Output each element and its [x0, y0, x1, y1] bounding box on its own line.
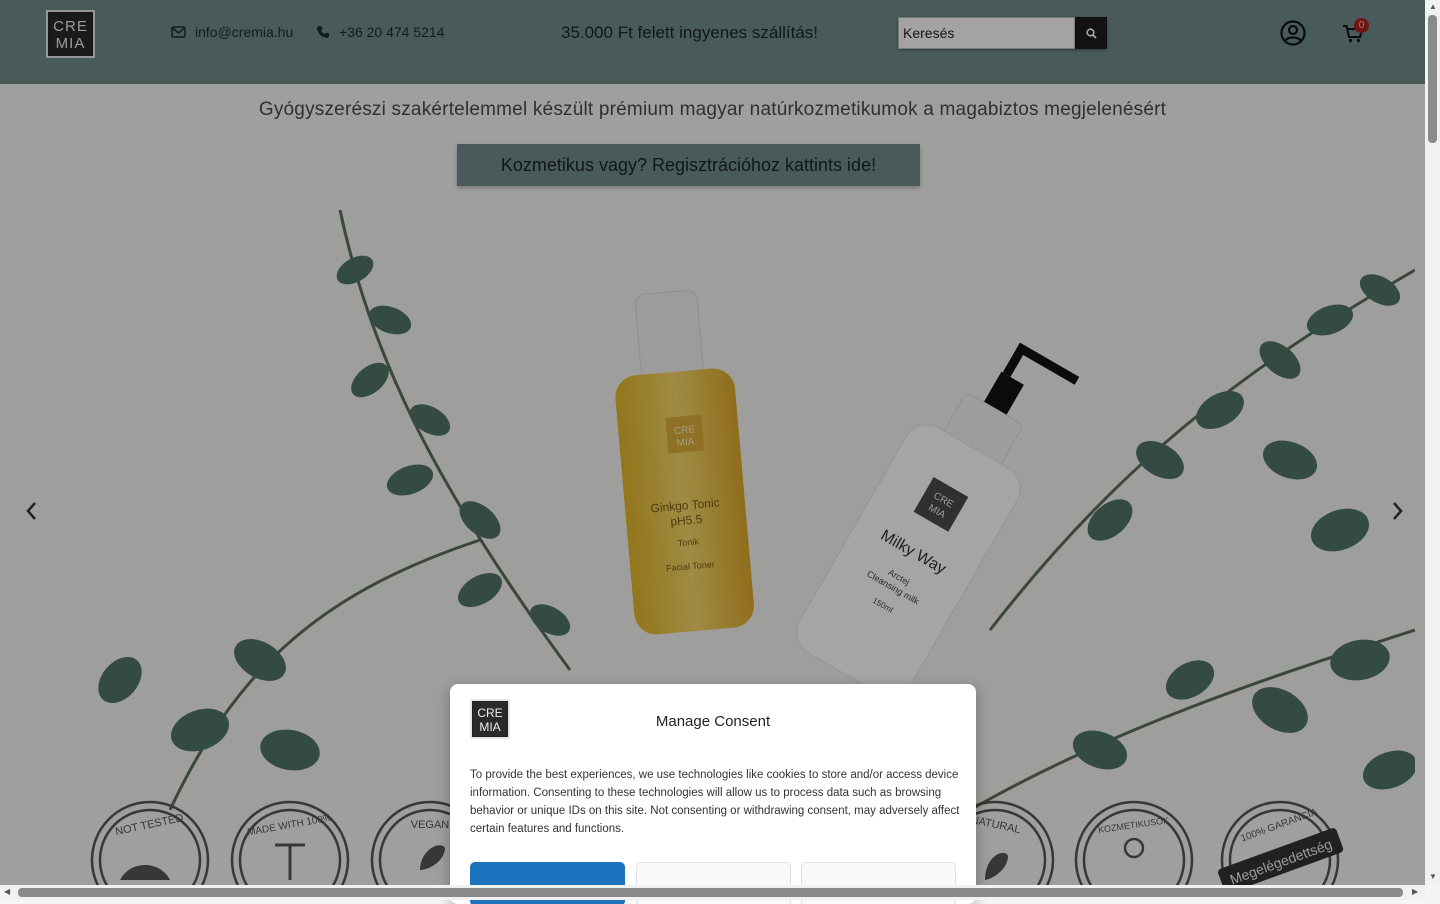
- scroll-up-arrow[interactable]: ▲: [1429, 2, 1437, 11]
- scroll-down-arrow[interactable]: ▼: [1429, 872, 1437, 881]
- scroll-right-arrow[interactable]: ▶: [1412, 887, 1418, 896]
- consent-description: To provide the best experiences, we use …: [470, 769, 960, 835]
- consent-title: Manage Consent: [655, 713, 771, 730]
- vertical-scrollbar-thumb[interactable]: [1428, 15, 1437, 143]
- horizontal-scrollbar-thumb[interactable]: [18, 888, 1403, 897]
- cookie-consent-dialog: CRE MIA Manage Consent To provide the be…: [450, 684, 976, 904]
- scroll-left-arrow[interactable]: ◀: [4, 887, 10, 896]
